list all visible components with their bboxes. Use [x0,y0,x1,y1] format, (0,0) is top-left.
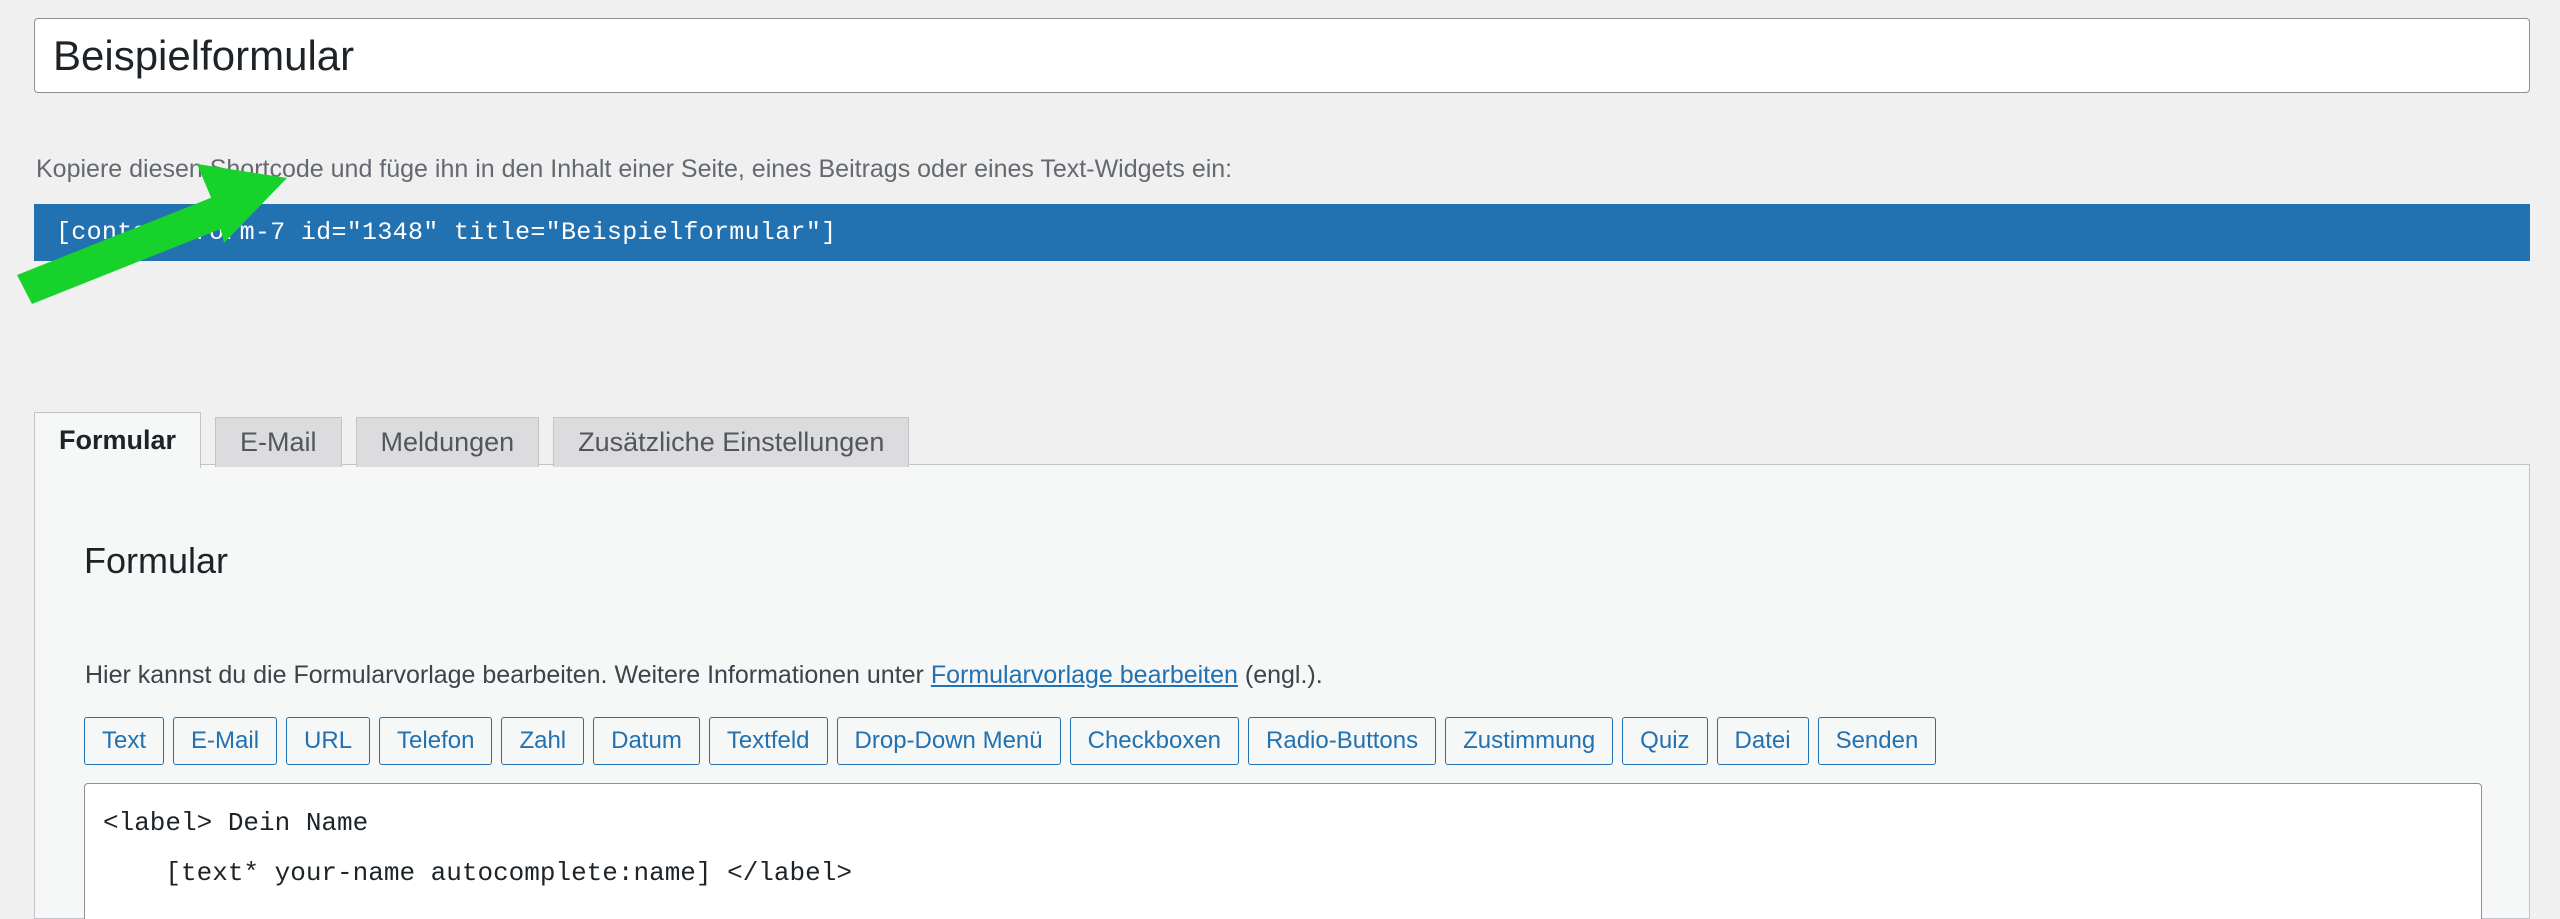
panel-description-after: (engl.). [1237,661,1323,689]
tag-button-textfeld[interactable]: Textfeld [708,717,828,765]
tag-button-drop-down-menu[interactable]: Drop-Down Menü [836,717,1061,765]
formularvorlage-bearbeiten-link[interactable]: Formularvorlage bearbeiten [931,661,1238,689]
tab-formular[interactable]: Formular [34,412,202,468]
panel-heading: Formular [84,540,229,581]
panel-description-before: Hier kannst du die Formularvorlage bearb… [85,661,931,689]
tag-button-telefon[interactable]: Telefon [379,717,493,765]
shortcode-help-text: Kopiere diesen Shortcode und füge ihn in… [36,155,1233,183]
tab-formular-label: Formular [59,425,177,455]
tab-email-label: E-Mail [240,427,317,457]
tab-zusaetzliche-einstellungen[interactable]: Zusätzliche Einstellungen [553,417,910,467]
shortcode-bar[interactable]: [contact-form-7 id="1348" title="Beispie… [34,204,2530,261]
tab-zusaetzliche-einstellungen-label: Zusätzliche Einstellungen [578,427,885,457]
tag-button-radio-buttons[interactable]: Radio-Buttons [1248,717,1437,765]
form-title-field-wrapper [34,18,2530,93]
tab-email[interactable]: E-Mail [215,417,342,467]
tag-button-datei[interactable]: Datei [1716,717,1809,765]
tag-button-text[interactable]: Text [84,717,165,765]
formular-panel: Formular Hier kannst du die Formularvorl… [34,464,2530,919]
panel-description: Hier kannst du die Formularvorlage bearb… [85,661,1323,690]
tag-button-senden[interactable]: Senden [1817,717,1937,765]
tag-button-email[interactable]: E-Mail [173,717,278,765]
tag-button-checkboxen[interactable]: Checkboxen [1069,717,1240,765]
tag-button-zahl[interactable]: Zahl [501,717,585,765]
editor-tabs: Formular E-Mail Meldungen Zusätzliche Ei… [34,409,923,468]
tag-button-url[interactable]: URL [286,717,371,765]
tag-button-quiz[interactable]: Quiz [1622,717,1708,765]
tab-meldungen[interactable]: Meldungen [355,417,540,467]
tag-button-datum[interactable]: Datum [593,717,700,765]
tab-meldungen-label: Meldungen [380,427,515,457]
form-title-input[interactable] [34,18,2530,93]
form-template-code-editor[interactable]: <label> Dein Name [text* your-name autoc… [84,783,2482,919]
shortcode-value[interactable]: [contact-form-7 id="1348" title="Beispie… [56,218,836,247]
contact-form-7-editor-page: Kopiere diesen Shortcode und füge ihn in… [0,0,2560,919]
form-tag-buttons-row: Text E-Mail URL Telefon Zahl Datum Textf… [84,717,1945,765]
tag-button-zustimmung[interactable]: Zustimmung [1445,717,1614,765]
